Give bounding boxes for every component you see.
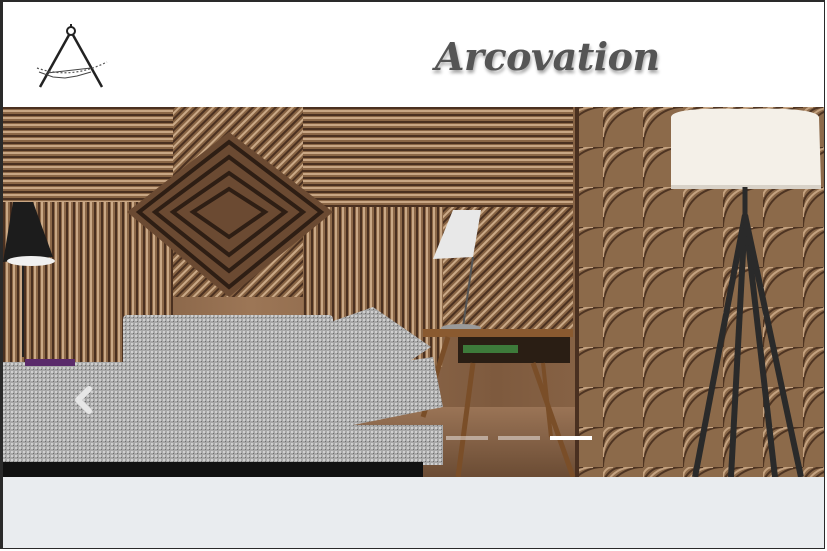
hero-carousel[interactable] [3, 107, 825, 477]
chevron-left-icon [75, 386, 92, 414]
hero-slide-image [3, 107, 825, 477]
carousel-indicator-2[interactable] [498, 436, 540, 440]
carousel-indicator-3[interactable] [550, 436, 592, 440]
carousel-prev-button[interactable] [69, 379, 99, 421]
drafting-compass-icon[interactable] [31, 24, 111, 90]
brand-name[interactable]: Arcovation [435, 32, 660, 82]
carousel-indicators [446, 436, 592, 440]
carousel-indicator-1[interactable] [446, 436, 488, 440]
site-header: Arcovation [3, 2, 825, 107]
content-band [3, 477, 825, 549]
